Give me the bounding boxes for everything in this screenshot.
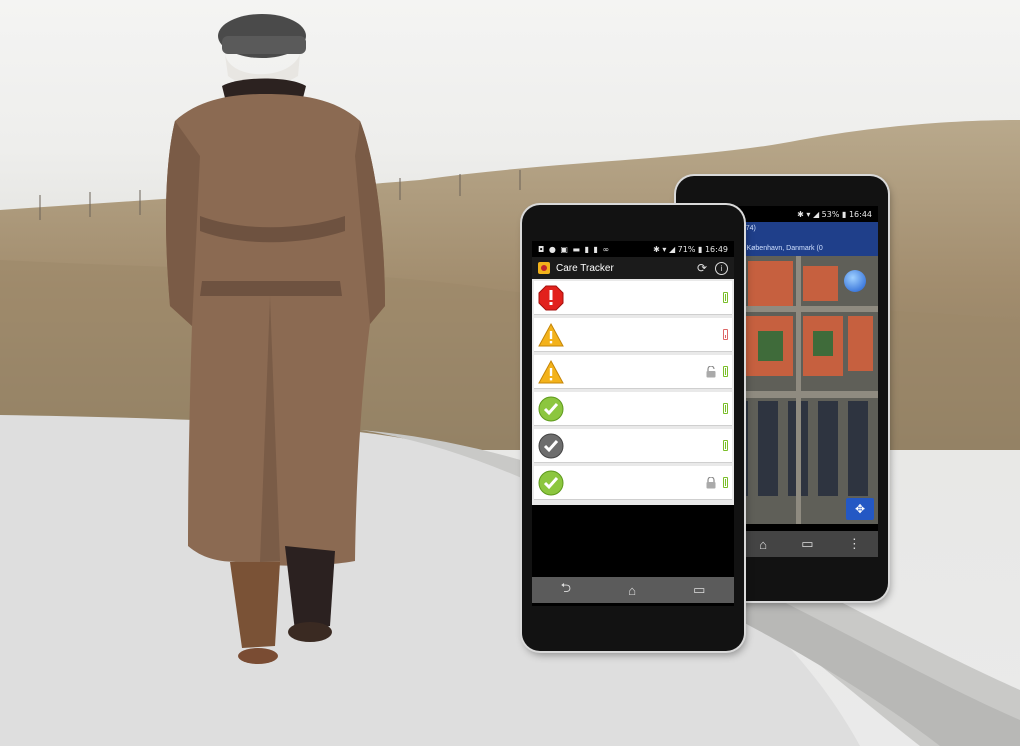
battery-icon <box>723 403 728 414</box>
elderly-man-walking <box>165 14 385 664</box>
app-bar: Care Tracker ⟳ i <box>532 257 734 279</box>
home-icon[interactable]: ⌂ <box>628 583 636 598</box>
battery-low-icon <box>723 329 728 340</box>
recent-apps-icon[interactable]: ▭ <box>693 582 705 598</box>
status-right-text: ✱ ▾ ◢ 71% ▮ 16:49 <box>653 244 728 254</box>
device-list <box>532 279 734 505</box>
warning-icon <box>538 359 564 383</box>
list-item[interactable] <box>534 318 732 352</box>
info-icon[interactable]: i <box>715 261 728 275</box>
photo-scene: ▬ ∞ ✱ ▾ ◢ 53% ▮ 16:44 …ensen (70007874) … <box>0 0 1020 746</box>
battery-icon <box>723 366 728 377</box>
app-title: Care Tracker <box>556 262 614 274</box>
back-icon[interactable]: ⮌ <box>561 579 571 601</box>
more-icon[interactable]: ⋮ <box>848 536 861 552</box>
battery-icon <box>723 440 728 451</box>
app-logo-icon <box>538 262 550 274</box>
map-phone-nav-bar: ⌂ ▭ ⋮ <box>742 531 878 557</box>
lock-icon <box>706 476 716 488</box>
unlock-icon <box>706 365 716 377</box>
list-item[interactable] <box>534 281 732 315</box>
care-tracker-screen: ◘ ● ▣ ▬ ▮ ▮ ∞ ✱ ▾ ◢ 71% ▮ 16:49 Care Tra… <box>532 241 734 606</box>
fullscreen-icon[interactable]: ✥ <box>846 498 874 520</box>
globe-icon[interactable] <box>844 270 866 292</box>
ok-check-icon <box>538 470 564 495</box>
refresh-icon[interactable]: ⟳ <box>695 261 709 275</box>
alarm-icon <box>538 285 564 310</box>
list-item[interactable] <box>534 466 732 500</box>
status-left-icons: ◘ ● ▣ ▬ ▮ ▮ ∞ <box>538 244 611 254</box>
ok-check-icon <box>538 396 564 421</box>
care-tracker-phone: ◘ ● ▣ ▬ ▮ ▮ ∞ ✱ ▾ ◢ 71% ▮ 16:49 Care Tra… <box>522 205 744 651</box>
android-nav-bar: ⮌ ⌂ ▭ <box>532 577 734 603</box>
empty-screen-area <box>532 505 734 575</box>
inactive-check-icon <box>538 433 564 458</box>
warning-icon <box>538 322 564 346</box>
list-item[interactable] <box>534 355 732 389</box>
list-item[interactable] <box>534 392 732 426</box>
status-right-text: ✱ ▾ ◢ 53% ▮ 16:44 <box>797 209 872 219</box>
status-bar: ◘ ● ▣ ▬ ▮ ▮ ∞ ✱ ▾ ◢ 71% ▮ 16:49 <box>532 241 734 257</box>
battery-icon <box>723 477 728 488</box>
recent-apps-icon[interactable]: ▭ <box>801 536 813 552</box>
list-item[interactable] <box>534 429 732 463</box>
home-icon[interactable]: ⌂ <box>759 537 767 552</box>
battery-icon <box>723 292 728 303</box>
